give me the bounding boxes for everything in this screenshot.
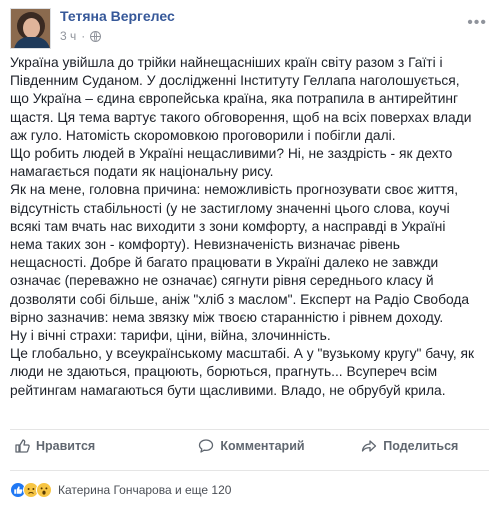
actions-bar: Нравится Комментарий Поделиться <box>10 430 489 462</box>
post-text-line: Україна увійшла до трійки найнещасніших … <box>10 55 443 70</box>
post-text-line: дозволяти собі більше, аніж "хліб з масл… <box>10 291 470 307</box>
post-text-line: нема таких зон - комфорту). Невизначеніс… <box>10 237 400 253</box>
post-text-line: всякі там вчать нас виходити з зони комф… <box>10 218 446 234</box>
more-options-icon[interactable]: ••• <box>467 14 487 32</box>
comment-label: Комментарий <box>220 439 305 453</box>
post-card: Тетяна Вергелес 3 ч · ••• Україна увійшл… <box>0 0 499 509</box>
share-label: Поделиться <box>383 439 459 453</box>
thumbs-up-icon <box>15 439 30 453</box>
like-label: Нравится <box>36 439 96 453</box>
post-text-line: Що робить людей в Україні нещасливими? Н… <box>10 146 453 162</box>
post-text-line: означає (переважно не означає) сягнути р… <box>10 273 434 289</box>
post-text-line: щастя. Ця тема вартує такого обговорення… <box>10 109 472 125</box>
post-text-line: люди не здаються, працюють, борються, пр… <box>10 364 438 380</box>
comment-button[interactable]: Комментарий <box>172 430 330 462</box>
post-text-line: що Україна – єдина європейська країна, я… <box>10 91 459 107</box>
like-button[interactable]: Нравится <box>10 430 172 462</box>
post-text-line: вірно зазначив: нема звязку між твоєю ст… <box>10 309 444 325</box>
post-text-line: Це глобально, у всеукраїнському масштабі… <box>10 346 475 362</box>
post-time[interactable]: 3 ч <box>60 29 76 43</box>
divider <box>10 470 489 471</box>
globe-icon[interactable] <box>90 30 102 42</box>
meta-separator: · <box>81 29 86 43</box>
post-text: Україна увійшла до трійки найнещасніших … <box>10 54 494 400</box>
share-icon <box>362 440 377 452</box>
post-text-line: рейтингам намагаються бути щасливими. Вл… <box>10 382 446 398</box>
post-text-line: намагається подати як національну рису. <box>10 164 274 180</box>
post-text-line: Південним Суданом. У дослідженні Інститу… <box>10 73 460 89</box>
reactions-names[interactable]: Катерина Гончарова и еще 120 <box>58 483 231 497</box>
reactions-summary[interactable]: Катерина Гончарова и еще 120 <box>10 482 231 498</box>
post-text-line: Ну і вічні страхи: тарифи, ціни, війна, … <box>10 328 331 344</box>
comment-icon <box>199 439 214 453</box>
post-meta: 3 ч · <box>60 29 102 43</box>
wow-icon <box>36 482 52 498</box>
post-text-line: нещасності. Добре й багато працювати в У… <box>10 255 439 271</box>
avatar[interactable] <box>10 8 51 49</box>
post-text-line: відсутність стабільності (у не застиглом… <box>10 200 450 216</box>
post-text-line: Як на мене, головна причина: неможливіст… <box>10 182 459 198</box>
author-name[interactable]: Тетяна Вергелес <box>60 8 175 24</box>
share-button[interactable]: Поделиться <box>331 430 489 462</box>
post-text-line: аж гуло. Натомість скоромовкою проговори… <box>10 127 396 143</box>
